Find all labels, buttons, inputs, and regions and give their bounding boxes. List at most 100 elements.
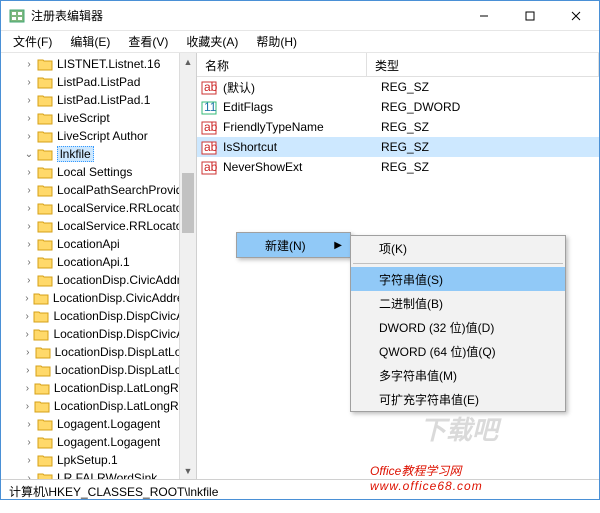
folder-icon bbox=[37, 93, 53, 107]
value-type: REG_SZ bbox=[381, 80, 599, 94]
tree-item-label: LocationDisp.LatLongReportFactory bbox=[54, 381, 196, 395]
tree-item-label: LocationDisp.DispLatLongReport bbox=[55, 363, 196, 377]
expander-icon[interactable]: › bbox=[23, 239, 35, 250]
expander-icon[interactable]: › bbox=[23, 293, 31, 304]
expander-icon[interactable]: › bbox=[23, 347, 33, 358]
folder-icon bbox=[37, 111, 53, 125]
expander-icon[interactable]: › bbox=[23, 419, 35, 430]
expander-icon[interactable]: › bbox=[23, 437, 35, 448]
column-type[interactable]: 类型 bbox=[367, 53, 599, 76]
svg-text:ab: ab bbox=[204, 140, 217, 154]
tree-item[interactable]: ›ListPad.ListPad bbox=[1, 73, 196, 91]
tree-item[interactable]: ›LocationDisp.DispCivicAddressReport bbox=[1, 325, 196, 343]
expander-icon[interactable]: › bbox=[23, 77, 35, 88]
expander-icon[interactable]: › bbox=[23, 365, 33, 376]
tree-item[interactable]: ›Logagent.Logagent bbox=[1, 415, 196, 433]
menu-file[interactable]: 文件(F) bbox=[5, 31, 60, 52]
tree-item-label: LR.FALRWordSink bbox=[57, 471, 157, 479]
expander-icon[interactable]: › bbox=[23, 257, 35, 268]
tree-item-label: LocationDisp.DispCivicAddressReport bbox=[53, 309, 196, 323]
folder-icon bbox=[33, 309, 49, 323]
tree-item[interactable]: › LiveScript bbox=[1, 109, 196, 127]
expander-icon[interactable]: ⌄ bbox=[23, 149, 35, 160]
tree-item[interactable]: ›LISTNET.Listnet.16 bbox=[1, 55, 196, 73]
tree-item[interactable]: ›LocalService.RRLocator bbox=[1, 199, 196, 217]
folder-icon bbox=[37, 183, 53, 197]
status-path: 计算机\HKEY_CLASSES_ROOT\lnkfile bbox=[9, 485, 218, 499]
list-row[interactable]: ab(默认)REG_SZ bbox=[197, 77, 599, 97]
menu-view[interactable]: 查看(V) bbox=[120, 31, 176, 52]
svg-text:ab: ab bbox=[204, 160, 217, 174]
expander-icon[interactable]: › bbox=[23, 401, 32, 412]
tree-item[interactable]: ›ListPad.ListPad.1 bbox=[1, 91, 196, 109]
tree-scrollbar[interactable]: ▲ ▼ bbox=[179, 53, 196, 479]
string-value-icon: ab bbox=[201, 159, 217, 175]
folder-icon bbox=[37, 255, 53, 269]
expander-icon[interactable]: › bbox=[23, 131, 35, 142]
tree-item[interactable]: › LR.FALRWordSink bbox=[1, 469, 196, 479]
expander-icon[interactable]: › bbox=[23, 473, 35, 480]
expander-icon[interactable]: › bbox=[23, 59, 35, 70]
tree-item[interactable]: ›Logagent.Logagent bbox=[1, 433, 196, 451]
expander-icon[interactable]: › bbox=[23, 167, 35, 178]
tree-item[interactable]: ›LocationDisp.CivicAddressReportFactory bbox=[1, 289, 196, 307]
menu-help[interactable]: 帮助(H) bbox=[248, 31, 305, 52]
submenu-string[interactable]: 字符串值(S) bbox=[351, 267, 565, 291]
svg-text:110: 110 bbox=[204, 100, 217, 114]
menu-edit[interactable]: 编辑(E) bbox=[62, 31, 118, 52]
minimize-button[interactable] bbox=[461, 1, 507, 31]
tree-item[interactable]: › LpkSetup.1 bbox=[1, 451, 196, 469]
window-controls bbox=[461, 1, 599, 31]
expander-icon[interactable]: › bbox=[23, 95, 35, 106]
folder-icon bbox=[37, 75, 53, 89]
scroll-up-button[interactable]: ▲ bbox=[180, 53, 196, 70]
tree-item[interactable]: ›LiveScript Author bbox=[1, 127, 196, 145]
tree-item[interactable]: ›LocationApi bbox=[1, 235, 196, 253]
maximize-button[interactable] bbox=[507, 1, 553, 31]
tree-item[interactable]: › LocationDisp.LatLongReportFactory bbox=[1, 379, 196, 397]
tree-item[interactable]: › LocationDisp.DispLatLongReport bbox=[1, 343, 196, 361]
expander-icon[interactable]: › bbox=[23, 113, 35, 124]
submenu-qword[interactable]: QWORD (64 位)值(Q) bbox=[351, 339, 565, 363]
submenu-expand[interactable]: 可扩充字符串值(E) bbox=[351, 387, 565, 411]
scroll-down-button[interactable]: ▼ bbox=[180, 462, 196, 479]
tree-item[interactable]: › LocationDisp.DispLatLongReport bbox=[1, 361, 196, 379]
column-name[interactable]: 名称 bbox=[197, 53, 367, 76]
tree-item[interactable]: ›LocationDisp.CivicAddress bbox=[1, 271, 196, 289]
submenu-multi[interactable]: 多字符串值(M) bbox=[351, 363, 565, 387]
close-button[interactable] bbox=[553, 1, 599, 31]
tree-item[interactable]: ›LocationDisp.LatLongReportFactory bbox=[1, 397, 196, 415]
expander-icon[interactable]: › bbox=[23, 311, 31, 322]
list-row[interactable]: abFriendlyTypeNameREG_SZ bbox=[197, 117, 599, 137]
tree-item[interactable]: ›Local Settings bbox=[1, 163, 196, 181]
expander-icon[interactable]: › bbox=[23, 203, 35, 214]
expander-icon[interactable]: › bbox=[23, 185, 35, 196]
tree-item[interactable]: › LocationDisp.DispCivicAddressReport bbox=[1, 307, 196, 325]
new-submenu: 项(K) 字符串值(S) 二进制值(B) DWORD (32 位)值(D) QW… bbox=[350, 235, 566, 412]
submenu-dword[interactable]: DWORD (32 位)值(D) bbox=[351, 315, 565, 339]
tree-item-label: LocationDisp.DispLatLongReport bbox=[55, 345, 196, 359]
statusbar: 计算机\HKEY_CLASSES_ROOT\lnkfile bbox=[1, 479, 599, 501]
list-row[interactable]: abNeverShowExtREG_SZ bbox=[197, 157, 599, 177]
expander-icon[interactable]: › bbox=[23, 221, 35, 232]
list-row[interactable]: 110EditFlagsREG_DWORD bbox=[197, 97, 599, 117]
submenu-key[interactable]: 项(K) bbox=[351, 236, 565, 260]
value-name: FriendlyTypeName bbox=[223, 120, 381, 134]
tree-item[interactable]: ⌄lnkfile bbox=[1, 145, 196, 163]
folder-icon bbox=[37, 219, 53, 233]
expander-icon[interactable]: › bbox=[23, 275, 35, 286]
tree-item[interactable]: ›LocalService.RRLocator bbox=[1, 217, 196, 235]
menu-favorites[interactable]: 收藏夹(A) bbox=[178, 31, 246, 52]
expander-icon[interactable]: › bbox=[23, 329, 31, 340]
folder-icon bbox=[37, 147, 53, 161]
tree-item-label: LpkSetup.1 bbox=[57, 453, 118, 467]
expander-icon[interactable]: › bbox=[23, 455, 35, 466]
scroll-thumb[interactable] bbox=[182, 173, 194, 233]
tree-item-label: LiveScript bbox=[57, 111, 110, 125]
tree-item[interactable]: ›LocalPathSearchProvider bbox=[1, 181, 196, 199]
context-menu-new[interactable]: 新建(N) ▶ bbox=[237, 233, 350, 257]
tree-item[interactable]: ›LocationApi.1 bbox=[1, 253, 196, 271]
expander-icon[interactable]: › bbox=[23, 383, 32, 394]
submenu-binary[interactable]: 二进制值(B) bbox=[351, 291, 565, 315]
list-row[interactable]: abIsShortcutREG_SZ bbox=[197, 137, 599, 157]
